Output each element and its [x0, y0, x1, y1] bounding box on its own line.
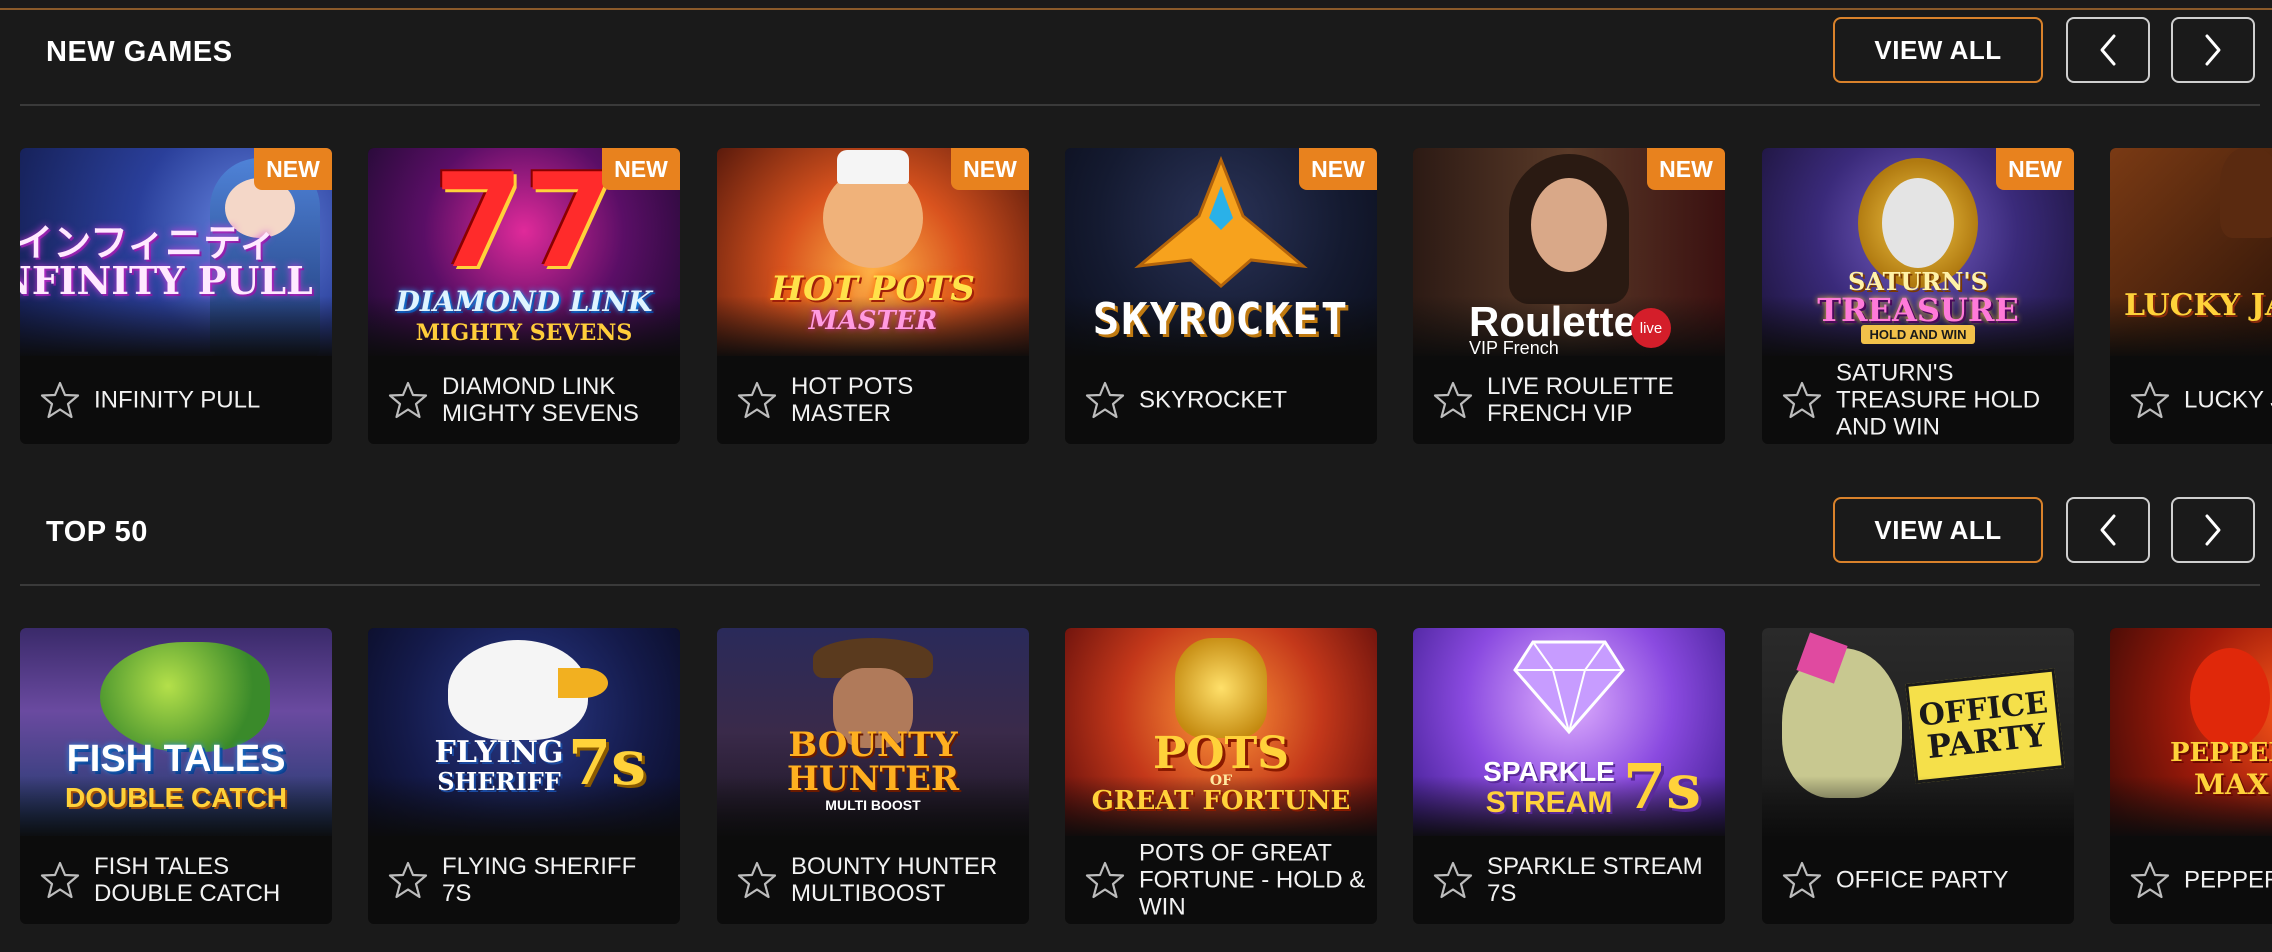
chevron-right-icon — [2205, 514, 2221, 546]
game-art-subtitle: DOUBLE CATCH — [65, 782, 287, 813]
game-art-mid: HUNTER — [786, 759, 960, 799]
new-badge: NEW — [254, 148, 332, 190]
rocket-graphic — [1134, 156, 1308, 288]
chevron-left-icon — [2100, 34, 2116, 66]
game-art-subtitle: MULTI BOOST — [825, 797, 921, 813]
game-art-subtitle: MIGHTY SEVENS — [415, 320, 633, 346]
game-art-title: LUCKY JANE — [2124, 288, 2272, 323]
new-badge: NEW — [951, 148, 1029, 190]
game-card[interactable]: SPARKLE STREAM 7s SPARKLE STREAM 7S — [1413, 628, 1725, 924]
game-art-subtitle: MASTER — [808, 306, 938, 336]
game-art-subtitle: GREAT FORTUNE — [1091, 786, 1351, 816]
star-icon[interactable] — [2130, 860, 2170, 900]
view-all-button[interactable]: VIEW ALL — [1833, 497, 2043, 563]
game-card[interactable]: インフィニティ INFINITY PULL NEW INFINITY PULL — [20, 148, 332, 444]
star-icon[interactable] — [40, 380, 80, 420]
view-all-button[interactable]: VIEW ALL — [1833, 17, 2043, 83]
star-icon[interactable] — [1433, 380, 1473, 420]
star-icon[interactable] — [40, 860, 80, 900]
game-name: FLYING SHERIFF 7S — [442, 853, 637, 907]
next-button[interactable] — [2171, 17, 2255, 83]
game-thumbnail: LUCKY JANE — [2110, 148, 2272, 356]
game-card[interactable]: SATURN'S TREASURE HOLD AND WIN NEW SATUR… — [1762, 148, 2074, 444]
star-icon[interactable] — [388, 860, 428, 900]
star-icon[interactable] — [1433, 860, 1473, 900]
game-art-sevens: 7s — [568, 726, 647, 799]
game-name: LIVE ROULETTE FRENCH VIP — [1487, 373, 1674, 427]
game-name: SATURN'S TREASURE HOLD AND WIN — [1836, 359, 2041, 441]
game-thumbnail: OFFICE PARTY — [1762, 628, 2074, 836]
game-name: SPARKLE STREAM 7S — [1487, 853, 1703, 907]
star-icon[interactable] — [1085, 860, 1125, 900]
game-thumbnail: SPARKLE STREAM 7s — [1413, 628, 1725, 836]
new-badge: NEW — [1299, 148, 1377, 190]
game-card[interactable]: BOUNTY HUNTER MULTI BOOST BOUNTY HUNTER … — [717, 628, 1029, 924]
game-art-title: HOT POTS — [771, 269, 975, 309]
section-title: TOP 50 — [46, 516, 148, 548]
game-name: PEPPER MAX HOLD & WIN — [2184, 866, 2272, 894]
game-card[interactable]: HOT POTS MASTER NEW HOT POTS MASTER — [717, 148, 1029, 444]
chevron-left-icon — [2100, 514, 2116, 546]
game-name: SKYROCKET — [1139, 386, 1288, 414]
section-new-games: NEW GAMES VIEW ALL インフィニティ INFINITY PULL… — [0, 0, 2272, 460]
game-card[interactable]: FISH TALES DOUBLE CATCH FISH TALES DOUBL… — [20, 628, 332, 924]
games-row: インフィニティ INFINITY PULL NEW INFINITY PULL … — [0, 148, 2272, 446]
game-card[interactable]: PEPPER MAX PEPPER MAX HOLD & WIN — [2110, 628, 2272, 924]
game-card[interactable]: SKYROCKET NEW SKYROCKET — [1065, 148, 1377, 444]
game-card[interactable]: OFFICE PARTY OFFICE PARTY — [1762, 628, 2074, 924]
game-name: OFFICE PARTY — [1836, 866, 2009, 894]
game-card[interactable]: POTS OF GREAT FORTUNE POTS OF GREAT FORT… — [1065, 628, 1377, 924]
prev-button[interactable] — [2066, 497, 2150, 563]
new-badge: NEW — [602, 148, 680, 190]
game-name: DIAMOND LINK MIGHTY SEVENS — [442, 373, 639, 427]
live-badge: live — [1631, 308, 1671, 348]
star-icon[interactable] — [388, 380, 428, 420]
star-icon[interactable] — [737, 860, 777, 900]
game-name: INFINITY PULL — [94, 386, 261, 414]
game-art-title: DIAMOND LINK — [395, 285, 653, 318]
game-name: FISH TALES DOUBLE CATCH — [94, 853, 281, 907]
star-icon[interactable] — [1782, 380, 1822, 420]
game-art-subtitle: VIP French — [1469, 338, 1559, 356]
diamond-graphic — [1513, 640, 1625, 735]
section-divider — [20, 104, 2260, 106]
star-icon[interactable] — [1085, 380, 1125, 420]
game-name: HOT POTS MASTER — [791, 373, 914, 427]
game-art-title: PEPPER — [2170, 738, 2272, 768]
games-row: FISH TALES DOUBLE CATCH FISH TALES DOUBL… — [0, 628, 2272, 952]
game-art-subtitle: MAX — [2194, 768, 2269, 801]
game-art-title: BOUNTY — [788, 725, 958, 765]
game-thumbnail: PEPPER MAX — [2110, 628, 2272, 836]
game-name: BOUNTY HUNTER MULTIBOOST — [791, 853, 998, 907]
game-card[interactable]: LUCKY JANE LUCKY JANE IN EGYPT — [2110, 148, 2272, 444]
game-thumbnail: BOUNTY HUNTER MULTI BOOST — [717, 628, 1029, 836]
game-thumbnail: POTS OF GREAT FORTUNE — [1065, 628, 1377, 836]
game-name: POTS OF GREAT FORTUNE - HOLD & WIN — [1139, 839, 1366, 921]
chevron-right-icon — [2205, 34, 2221, 66]
game-name: LUCKY JANE IN EGYPT — [2184, 386, 2272, 414]
game-art-mid: TREASURE — [1817, 291, 2019, 329]
game-art-subtitle: HOLD AND WIN — [1861, 325, 1975, 344]
section-title: NEW GAMES — [46, 36, 233, 68]
game-art-subtitle: PARTY — [1925, 715, 2048, 767]
prev-button[interactable] — [2066, 17, 2150, 83]
game-card[interactable]: Roulette live VIP French NEW LIVE ROULET… — [1413, 148, 1725, 444]
star-icon[interactable] — [2130, 380, 2170, 420]
new-badge: NEW — [1996, 148, 2074, 190]
game-art-sevens: 7s — [1623, 750, 1702, 823]
star-icon[interactable] — [1782, 860, 1822, 900]
game-art-title: POTS — [1153, 728, 1289, 779]
star-icon[interactable] — [737, 380, 777, 420]
new-badge: NEW — [1647, 148, 1725, 190]
game-thumbnail: FISH TALES DOUBLE CATCH — [20, 628, 332, 836]
game-card[interactable]: 77 DIAMOND LINK MIGHTY SEVENS NEW DIAMON… — [368, 148, 680, 444]
section-divider — [20, 584, 2260, 586]
game-art-title: FISH TALES — [66, 738, 286, 780]
section-top-50: TOP 50 VIEW ALL FISH TALES DOUBLE CATCH … — [0, 460, 2272, 952]
game-thumbnail: FLYING SHERIFF 7s — [368, 628, 680, 836]
next-button[interactable] — [2171, 497, 2255, 563]
game-art-title: インフィニティ INFINITY PULL — [20, 220, 313, 303]
game-art-title: SKYROCKET — [1092, 294, 1350, 345]
game-card[interactable]: FLYING SHERIFF 7s FLYING SHERIFF 7S — [368, 628, 680, 924]
